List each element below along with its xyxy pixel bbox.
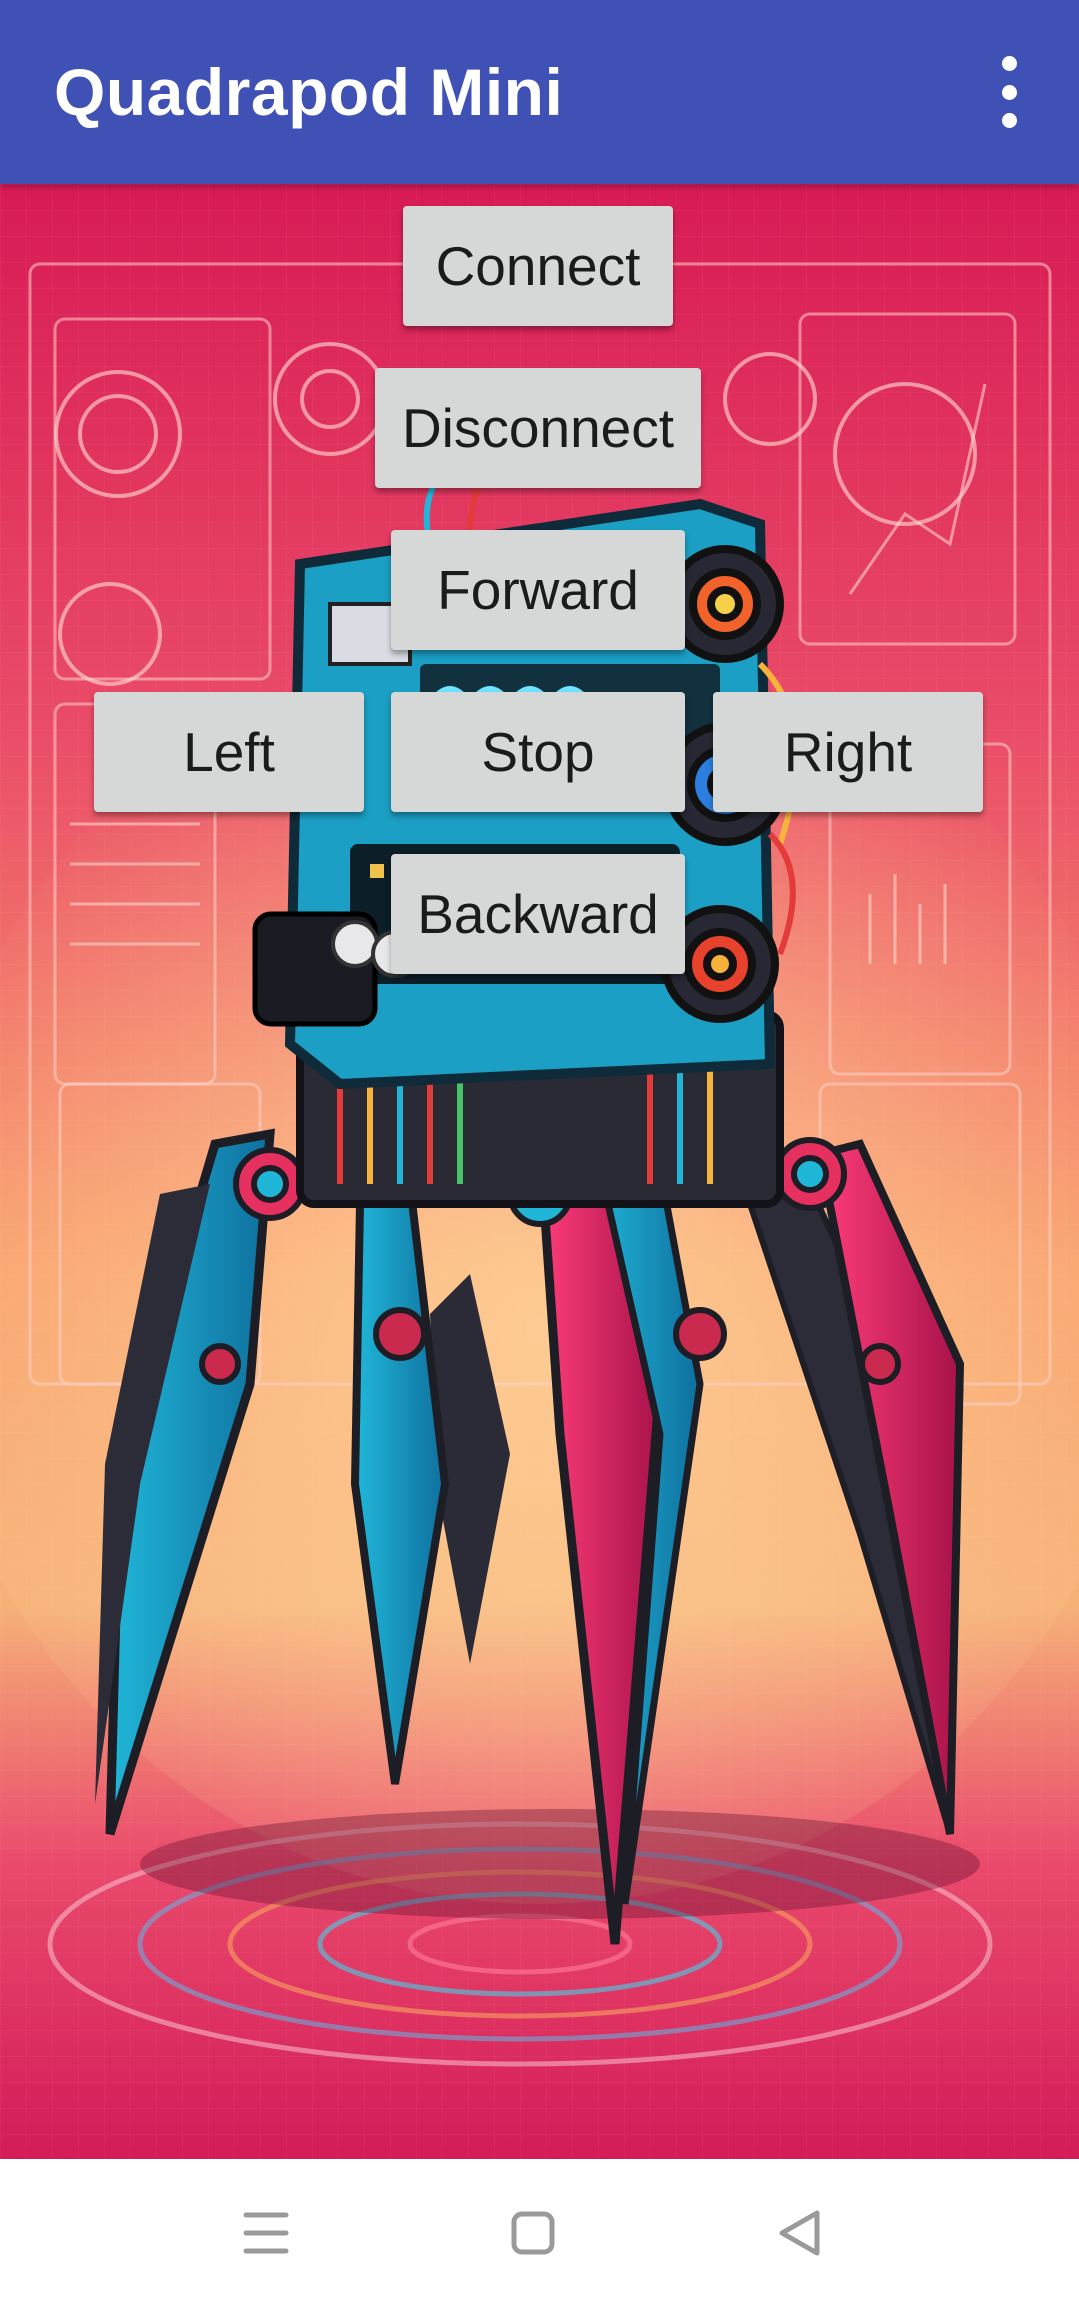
disconnect-button[interactable]: Disconnect: [375, 368, 701, 488]
menu-dot: [1001, 56, 1017, 71]
triangle-back-icon[interactable]: [760, 2193, 840, 2273]
app-title: Quadrapod Mini: [54, 55, 564, 129]
backward-button[interactable]: Backward: [391, 854, 685, 974]
right-button[interactable]: Right: [713, 692, 983, 812]
menu-dot: [1001, 84, 1017, 100]
app-bar: Quadrapod Mini: [0, 0, 1079, 184]
forward-button[interactable]: Forward: [391, 530, 685, 650]
left-button[interactable]: Left: [94, 692, 364, 812]
connect-button[interactable]: Connect: [403, 206, 673, 326]
stop-button[interactable]: Stop: [391, 692, 685, 812]
more-vert-icon[interactable]: [979, 56, 1039, 128]
menu-lines-icon[interactable]: [226, 2193, 306, 2273]
app-screen: Quadrapod Mini Connect Disconnect Forwar…: [0, 0, 1079, 2307]
system-nav-bar: [0, 2159, 1079, 2307]
square-home-icon[interactable]: [493, 2193, 573, 2273]
menu-dot: [1001, 113, 1017, 128]
